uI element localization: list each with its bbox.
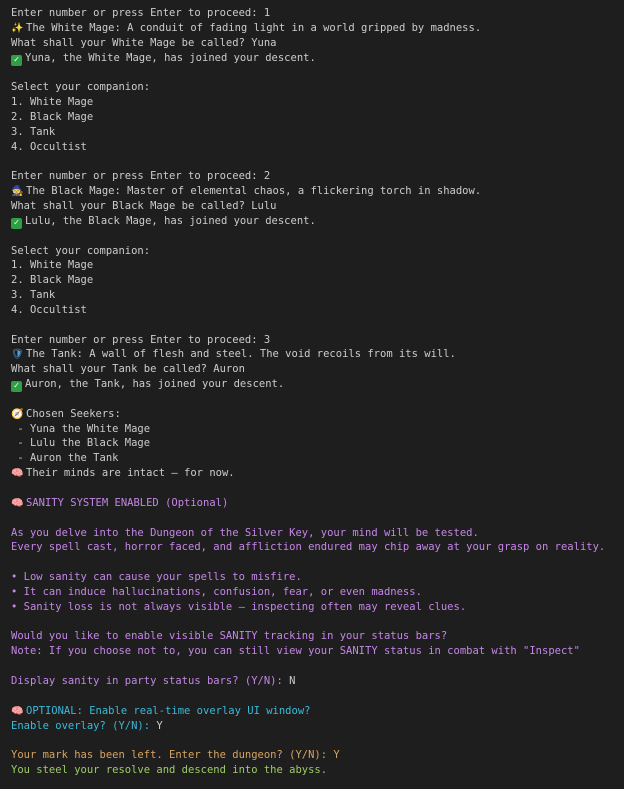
check-icon: ✓	[11, 54, 22, 66]
companion-option: 2. Black Mage	[11, 274, 94, 287]
terminal-line: Enter number or press Enter to proceed: …	[11, 333, 271, 346]
terminal-line: 🧙 The Black Mage: Master of elemental cha…	[11, 184, 616, 199]
black-mage-joined: Lulu, the Black Mage, has joined your de…	[25, 214, 316, 227]
sanity-note: Note: If you choose not to, you can stil…	[11, 645, 580, 658]
seeker-item: - Yuna the White Mage	[11, 422, 151, 435]
overlay-prompt: Enable overlay? (Y/N):	[11, 719, 157, 732]
tank-description: The Tank: A wall of flesh and steel. The…	[26, 348, 456, 361]
terminal-line: 🧠 OPTIONAL: Enable real-time overlay UI w…	[11, 704, 616, 719]
enter-dungeon-prompt: Your mark has been left. Enter the dunge…	[11, 749, 334, 762]
companion-option: 1. White Mage	[11, 259, 94, 272]
companion-option: 4. Occultist	[11, 303, 87, 316]
companion-option: 2. Black Mage	[11, 110, 94, 123]
terminal-line: ✓ Lulu, the Black Mage, has joined your d…	[11, 214, 616, 229]
check-icon: ✓	[11, 381, 22, 393]
terminal-line: ✨ The White Mage: A conduit of fading lig…	[11, 21, 616, 36]
terminal-line: 🧠 SANITY SYSTEM ENABLED (Optional)	[11, 496, 616, 511]
display-sanity-answer: N	[289, 674, 296, 687]
sanity-system-title: SANITY SYSTEM ENABLED (Optional)	[26, 496, 229, 509]
terminal-line: 🧭 Chosen Seekers:	[11, 407, 616, 422]
companion-option: 3. Tank	[11, 289, 56, 302]
seeker-item: - Lulu the Black Mage	[11, 437, 151, 450]
terminal-line: What shall your Tank be called? Auron	[11, 363, 245, 376]
sanity-bullet: • Sanity loss is not always visible — in…	[11, 600, 467, 613]
terminal-line: What shall your Black Mage be called? Lu…	[11, 199, 277, 212]
sanity-question: Would you like to enable visible SANITY …	[11, 630, 448, 643]
terminal-output: Enter number or press Enter to proceed: …	[0, 0, 624, 789]
sparkle-icon: ✨	[11, 22, 24, 34]
mage-icon: 🧙	[11, 186, 24, 198]
terminal-line: Enter number or press Enter to proceed: …	[11, 7, 271, 19]
brain-icon: 🧠	[11, 468, 24, 480]
terminal-line: ✓ Yuna, the White Mage, has joined your d…	[11, 51, 616, 66]
chosen-seekers-title: Chosen Seekers:	[26, 407, 121, 420]
sanity-intro: Every spell cast, horror faced, and affl…	[11, 541, 606, 554]
sanity-bullet: • Low sanity can cause your spells to mi…	[11, 571, 302, 584]
compass-icon: 🧭	[11, 408, 24, 420]
white-mage-joined: Yuna, the White Mage, has joined your de…	[25, 51, 316, 64]
overlay-answer: Y	[156, 719, 163, 732]
descend-message: You steel your resolve and descend into …	[11, 764, 328, 777]
seeker-item: - Auron the Tank	[11, 452, 119, 465]
tank-joined: Auron, the Tank, has joined your descent…	[25, 378, 285, 391]
brain-icon: 🧠	[11, 497, 24, 509]
companion-select-title: Select your companion:	[11, 81, 151, 94]
brain-icon: 🧠	[11, 705, 24, 717]
companion-option: 4. Occultist	[11, 140, 87, 153]
terminal-line: Display sanity in party status bars? (Y/…	[11, 674, 616, 689]
terminal-line: What shall your White Mage be called? Yu…	[11, 36, 277, 49]
terminal-line: 🛡 The Tank: A wall of flesh and steel. Th…	[11, 347, 616, 362]
companion-select-title: Select your companion:	[11, 244, 151, 257]
terminal-line: ✓ Auron, the Tank, has joined your descen…	[11, 377, 616, 393]
black-mage-description: The Black Mage: Master of elemental chao…	[26, 185, 482, 198]
terminal-line: Your mark has been left. Enter the dunge…	[11, 748, 616, 763]
white-mage-description: The White Mage: A conduit of fading ligh…	[26, 21, 482, 34]
sanity-intro: As you delve into the Dungeon of the Sil…	[11, 526, 479, 539]
shield-icon: 🛡	[11, 349, 24, 361]
companion-option: 3. Tank	[11, 125, 56, 138]
terminal-line: Enable overlay? (Y/N): Y	[11, 719, 616, 734]
minds-intact: Their minds are intact — for now.	[26, 467, 235, 480]
overlay-optional: OPTIONAL: Enable real-time overlay UI wi…	[26, 704, 311, 717]
terminal-line: Enter number or press Enter to proceed: …	[11, 170, 271, 183]
check-icon: ✓	[11, 217, 22, 229]
sanity-bullet: • It can induce hallucinations, confusio…	[11, 585, 422, 598]
companion-option: 1. White Mage	[11, 96, 94, 109]
enter-dungeon-answer: Y	[333, 749, 340, 762]
terminal-line: 🧠 Their minds are intact — for now.	[11, 466, 616, 481]
display-sanity-prompt: Display sanity in party status bars? (Y/…	[11, 674, 290, 687]
